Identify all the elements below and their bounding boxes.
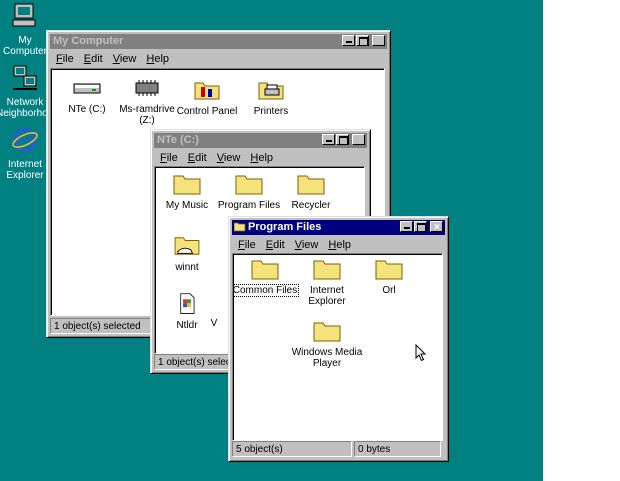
minimize-button[interactable]	[322, 134, 335, 145]
maximize-button[interactable]	[336, 134, 349, 145]
menu-edit[interactable]: Edit	[79, 51, 108, 67]
folder-icon	[313, 260, 341, 280]
menu-view[interactable]: View	[212, 150, 246, 166]
folder-windows-media-player[interactable]: Windows Media Player	[291, 320, 363, 369]
program-files-content[interactable]: Common Files Internet Explorer Orl Windo…	[232, 253, 443, 441]
control-panel-item[interactable]: Control Panel	[171, 77, 243, 117]
folder-orl[interactable]: Orl	[353, 258, 425, 296]
menu-file[interactable]: File	[233, 237, 261, 253]
mouse-cursor-icon	[415, 344, 427, 362]
program-files-window[interactable]: Program Files × File Edit View Help Comm…	[228, 216, 449, 462]
window-title: NTe (C:)	[157, 134, 199, 146]
menu-file[interactable]: File	[155, 150, 183, 166]
hard-drive-icon	[73, 83, 101, 94]
menu-bar: File Edit View Help	[233, 237, 356, 253]
item-label: winnt	[175, 262, 199, 273]
item-label: Windows Media Player	[291, 347, 363, 369]
partial-item[interactable]: V	[199, 316, 229, 329]
folder-winnt[interactable]: winnt	[155, 235, 223, 273]
folder-icon	[235, 175, 263, 195]
item-label: Common Files	[232, 284, 300, 297]
my-computer-titlebar[interactable]: My Computer ×	[50, 34, 387, 49]
open-folder-icon	[234, 222, 246, 232]
internet-explorer-icon	[12, 128, 38, 152]
window-title: My Computer	[53, 35, 124, 47]
network-icon	[13, 65, 37, 90]
menu-view[interactable]: View	[290, 237, 324, 253]
item-label: Printers	[253, 106, 289, 117]
shared-folder-icon	[174, 237, 200, 255]
desktop: My Computer Network Neighborhood Interne…	[0, 0, 543, 481]
close-button[interactable]: ×	[430, 221, 443, 233]
close-button[interactable]: ×	[352, 134, 365, 146]
printers-item[interactable]: Printers	[235, 77, 307, 117]
status-bar-size: 0 bytes	[354, 441, 441, 457]
menu-bar: File Edit View Help	[51, 51, 174, 67]
program-files-titlebar[interactable]: Program Files ×	[232, 220, 445, 235]
maximize-button[interactable]	[356, 35, 369, 46]
menu-help[interactable]: Help	[245, 150, 278, 166]
folder-icon	[251, 260, 279, 280]
item-label: Recycler	[291, 200, 331, 211]
computer-icon	[12, 3, 36, 27]
minimize-button[interactable]	[400, 221, 413, 232]
menu-file[interactable]: File	[51, 51, 79, 67]
menu-help[interactable]: Help	[323, 237, 356, 253]
item-label: V	[210, 318, 218, 329]
ram-chip-icon	[135, 80, 159, 96]
menu-view[interactable]: View	[108, 51, 142, 67]
maximize-button[interactable]	[414, 221, 427, 232]
folder-icon	[313, 322, 341, 342]
menu-edit[interactable]: Edit	[261, 237, 290, 253]
nte-titlebar[interactable]: NTe (C:) ×	[154, 133, 367, 148]
folder-icon	[173, 175, 201, 195]
item-label: Orl	[382, 285, 396, 296]
control-panel-icon	[194, 82, 220, 100]
menu-edit[interactable]: Edit	[183, 150, 212, 166]
folder-icon	[297, 175, 325, 195]
menu-help[interactable]: Help	[141, 51, 174, 67]
folder-recycler[interactable]: Recycler	[275, 173, 347, 211]
status-bar-count: 5 object(s)	[232, 441, 352, 457]
close-button[interactable]: ×	[372, 35, 385, 47]
printers-folder-icon	[258, 82, 284, 100]
menu-bar: File Edit View Help	[155, 150, 278, 166]
system-file-icon	[180, 293, 195, 314]
item-label: Control Panel	[176, 106, 238, 117]
window-title: Program Files	[248, 221, 322, 233]
minimize-button[interactable]	[342, 35, 355, 46]
folder-icon	[375, 260, 403, 280]
